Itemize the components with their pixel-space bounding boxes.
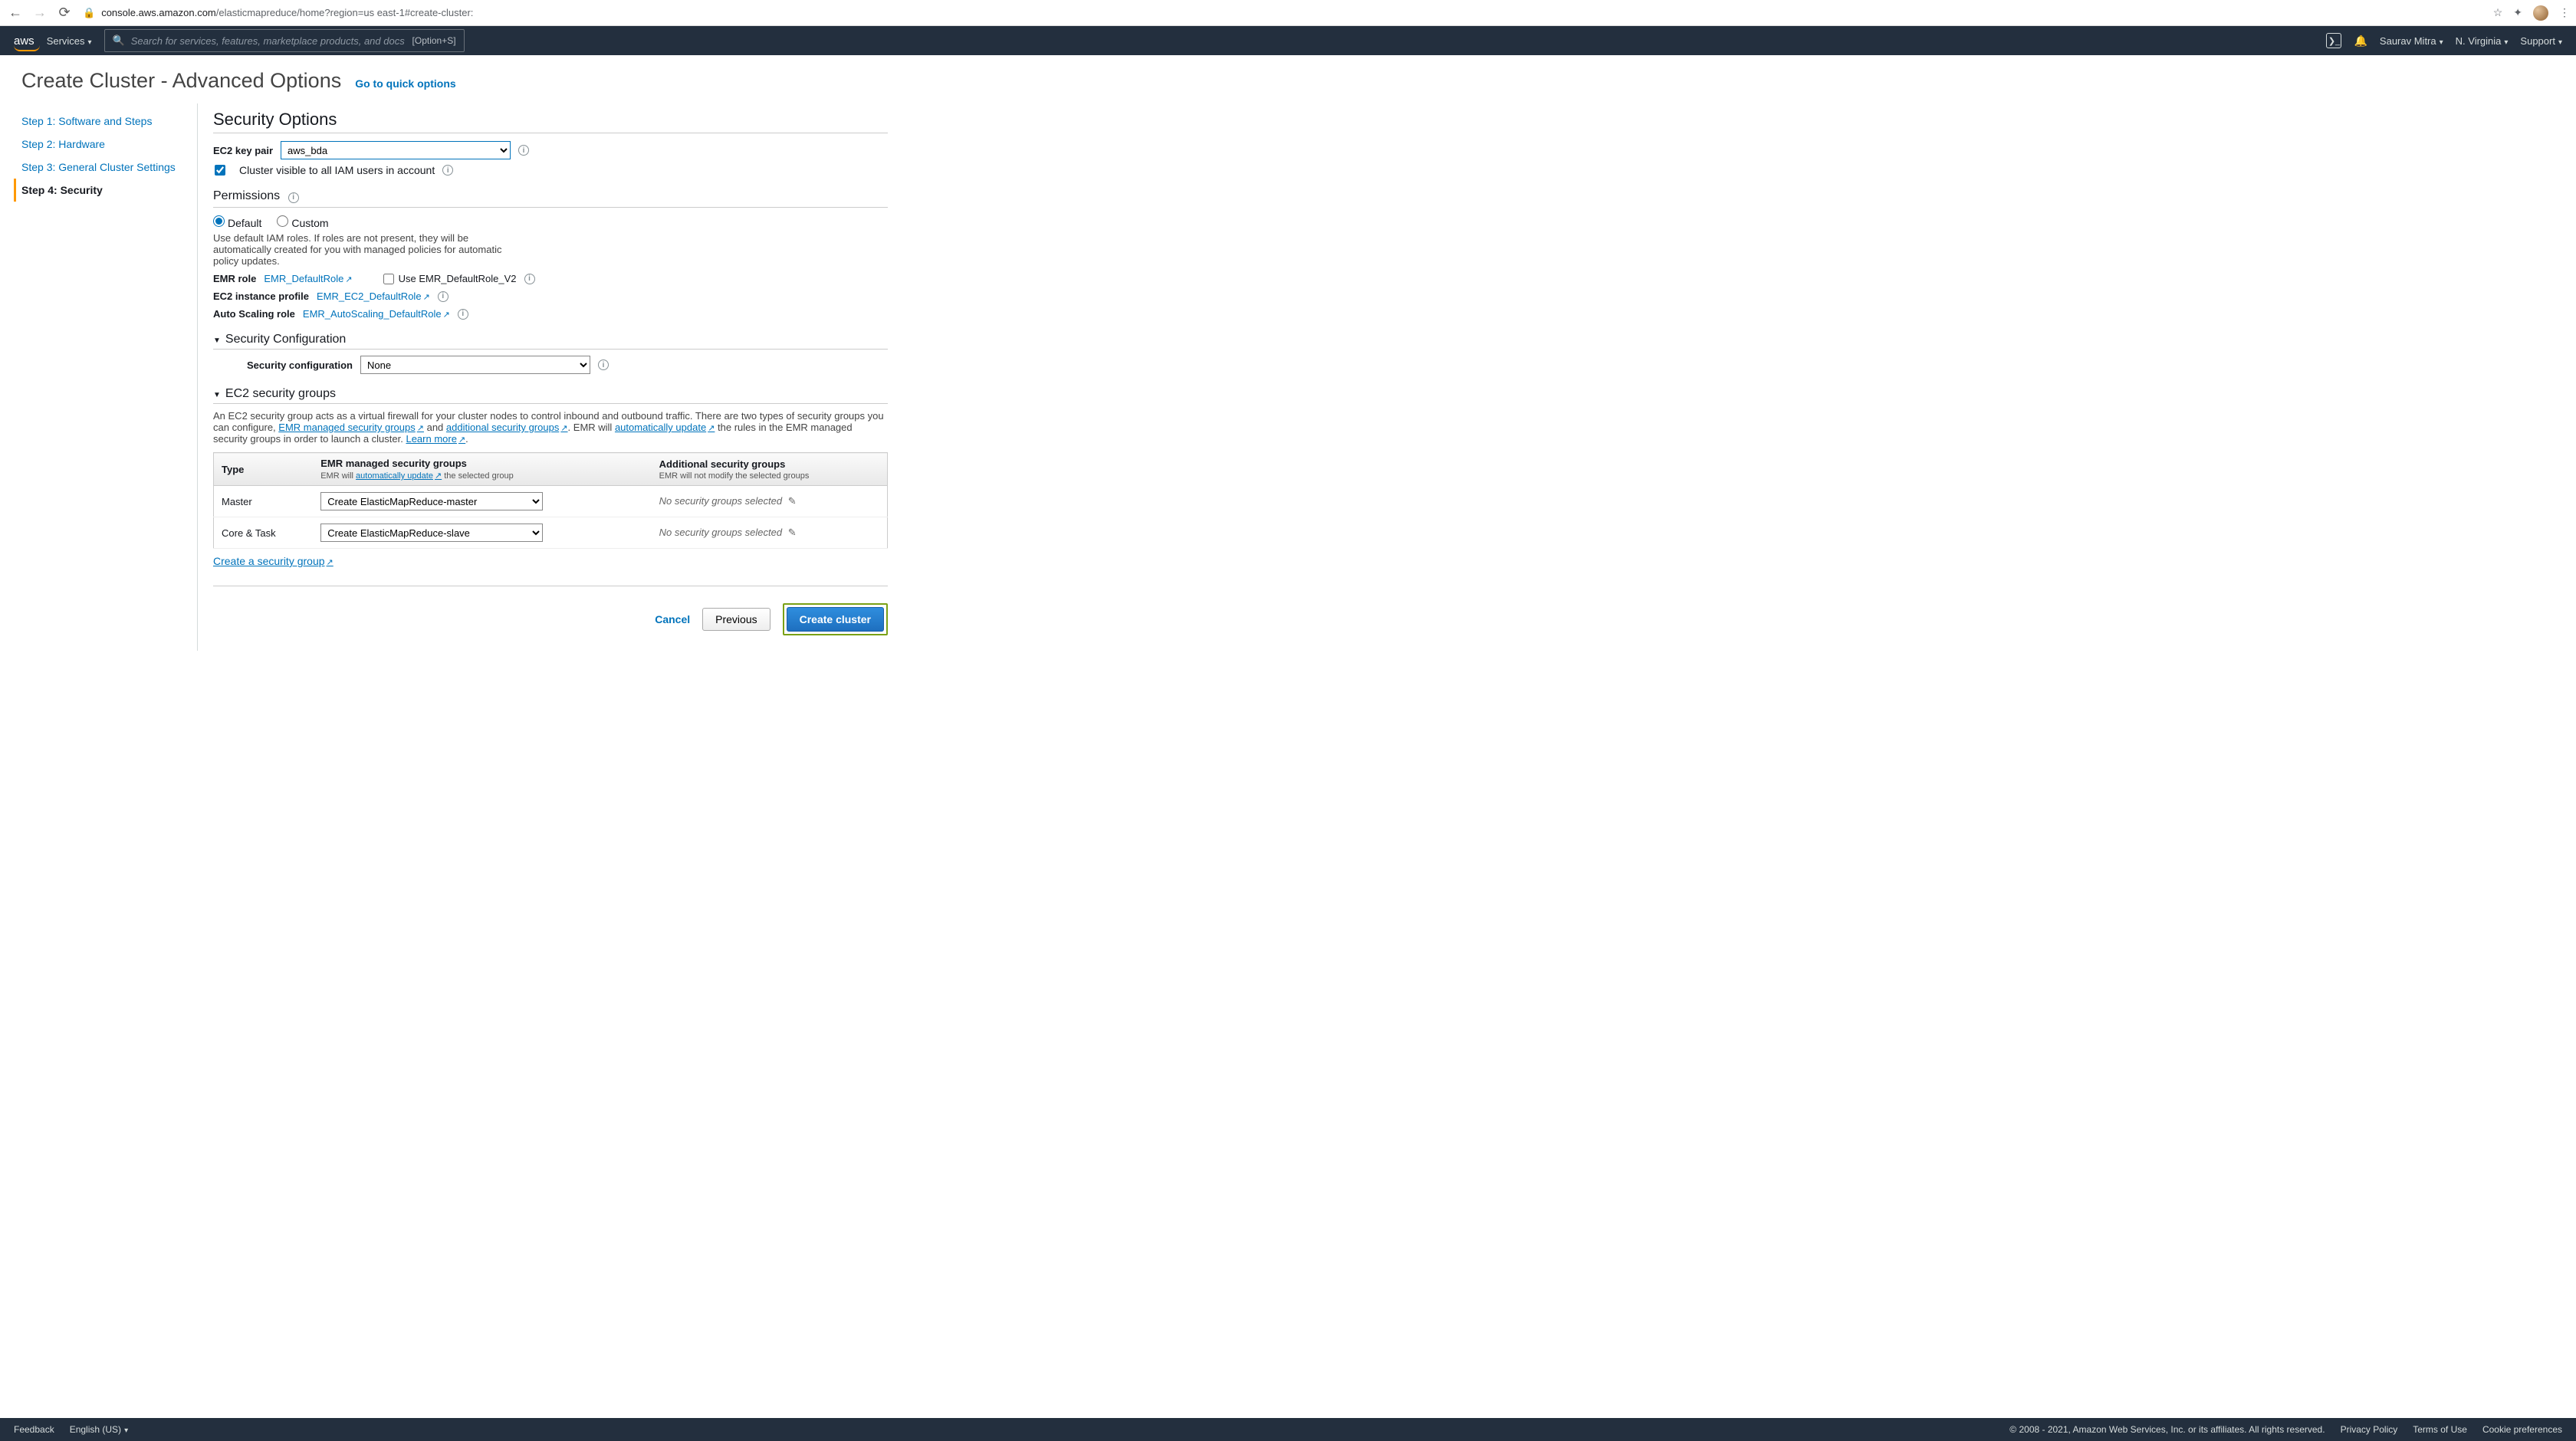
table-row-master: Master Create ElasticMapReduce-master No… (214, 486, 888, 517)
main-content: Security Options EC2 key pair aws_bda i … (198, 103, 1041, 651)
permissions-default-radio[interactable]: Default (213, 215, 261, 229)
cluster-visible-checkbox[interactable] (215, 165, 225, 176)
info-icon[interactable]: i (288, 192, 299, 203)
security-groups-table: Type EMR managed security groups EMR wil… (213, 452, 888, 549)
cluster-visible-label: Cluster visible to all IAM users in acco… (239, 164, 435, 176)
additional-sg-link[interactable]: additional security groups (446, 422, 568, 433)
create-sg-link[interactable]: Create a security group (213, 555, 334, 567)
forward-button[interactable]: → (31, 4, 49, 22)
quick-options-link[interactable]: Go to quick options (355, 77, 455, 90)
master-additional-sg: No security groups selected (659, 495, 782, 507)
info-icon[interactable]: i (518, 145, 529, 156)
profile-avatar[interactable] (2533, 5, 2548, 21)
security-config-row: Security configuration None i (247, 356, 888, 374)
wizard-sidebar: Step 1: Software and Steps Step 2: Hardw… (0, 103, 198, 651)
ec2-profile-row: EC2 instance profile EMR_EC2_DefaultRole… (213, 290, 888, 302)
aws-footer: Feedback English (US) © 2008 - 2021, Ama… (0, 1418, 2576, 1441)
bell-icon[interactable]: 🔔 (2354, 34, 2367, 48)
step-3[interactable]: Step 3: General Cluster Settings (21, 156, 197, 179)
privacy-link[interactable]: Privacy Policy (2341, 1424, 2398, 1435)
col-additional: Additional security groups EMR will not … (652, 453, 888, 486)
autoscale-role-row: Auto Scaling role EMR_AutoScaling_Defaul… (213, 308, 888, 320)
lock-icon: 🔒 (83, 7, 95, 19)
ec2-sg-heading[interactable]: EC2 security groups (213, 385, 888, 404)
previous-button[interactable]: Previous (702, 608, 770, 631)
services-menu[interactable]: Services (47, 35, 92, 47)
ec2-key-pair-row: EC2 key pair aws_bda i (213, 141, 888, 159)
cookies-link[interactable]: Cookie preferences (2482, 1424, 2562, 1435)
step-4[interactable]: Step 4: Security (14, 179, 197, 202)
url-path: /elasticmapreduce/home?region=us east-1#… (216, 7, 474, 18)
permissions-custom-radio[interactable]: Custom (277, 215, 328, 229)
ec2-key-pair-select[interactable]: aws_bda (281, 141, 511, 159)
aws-top-nav: aws Services 🔍 Search for services, feat… (0, 26, 2576, 55)
table-row-core-task: Core & Task Create ElasticMapReduce-slav… (214, 517, 888, 549)
ec2-key-pair-label: EC2 key pair (213, 145, 273, 156)
auto-update-th-link[interactable]: automatically update (356, 471, 442, 481)
step-2[interactable]: Step 2: Hardware (21, 133, 197, 156)
master-sg-select[interactable]: Create ElasticMapReduce-master (320, 492, 543, 510)
ec2-sg-description: An EC2 security group acts as a virtual … (213, 410, 888, 445)
permissions-description: Use default IAM roles. If roles are not … (213, 232, 520, 267)
core-task-sg-select[interactable]: Create ElasticMapReduce-slave (320, 524, 543, 542)
address-bar[interactable]: console.aws.amazon.com/elasticmapreduce/… (101, 7, 2487, 18)
url-host: console.aws.amazon.com (101, 7, 216, 18)
account-menu[interactable]: Saurav Mitra (2380, 35, 2443, 47)
back-button[interactable]: ← (6, 4, 25, 22)
reload-button[interactable]: ⟳ (55, 4, 74, 22)
security-config-heading[interactable]: Security Configuration (213, 330, 888, 350)
col-managed: EMR managed security groups EMR will aut… (313, 453, 651, 486)
info-icon[interactable]: i (438, 291, 449, 302)
search-icon: 🔍 (113, 34, 125, 47)
emr-managed-sg-link[interactable]: EMR managed security groups (278, 422, 424, 433)
page-header: Create Cluster - Advanced Options Go to … (0, 55, 2576, 103)
browser-toolbar: ← → ⟳ 🔒 console.aws.amazon.com/elasticma… (0, 0, 2576, 26)
security-config-select[interactable]: None (360, 356, 590, 374)
search-shortcut: [Option+S] (412, 35, 456, 46)
wizard-actions: Cancel Previous Create cluster (213, 586, 888, 635)
info-icon[interactable]: i (598, 359, 609, 370)
step-1[interactable]: Step 1: Software and Steps (21, 110, 197, 133)
terms-link[interactable]: Terms of Use (2413, 1424, 2467, 1435)
search-input[interactable]: 🔍 Search for services, features, marketp… (104, 29, 465, 52)
info-icon[interactable]: i (524, 274, 535, 284)
region-menu[interactable]: N. Virginia (2456, 35, 2509, 47)
language-menu[interactable]: English (US) (70, 1424, 128, 1435)
page-title: Create Cluster - Advanced Options (21, 69, 341, 93)
edit-icon[interactable]: ✎ (788, 495, 797, 507)
extensions-icon[interactable]: ✦ (2513, 6, 2522, 19)
cancel-button[interactable]: Cancel (655, 613, 690, 625)
search-placeholder: Search for services, features, marketpla… (131, 35, 405, 47)
security-options-heading: Security Options (213, 110, 888, 133)
security-config-label: Security configuration (247, 359, 353, 371)
aws-logo[interactable]: aws (14, 34, 34, 48)
edit-icon[interactable]: ✎ (788, 527, 797, 538)
info-icon[interactable]: i (442, 165, 453, 176)
create-highlight: Create cluster (783, 603, 888, 635)
permissions-heading: Permissions i (213, 187, 888, 205)
emr-role-row: EMR role EMR_DefaultRole Use EMR_Default… (213, 273, 888, 284)
auto-update-link[interactable]: automatically update (615, 422, 715, 433)
cluster-visible-row: Cluster visible to all IAM users in acco… (215, 164, 888, 176)
star-icon[interactable]: ☆ (2493, 6, 2503, 19)
create-cluster-button[interactable]: Create cluster (787, 607, 884, 632)
info-icon[interactable]: i (458, 309, 468, 320)
support-menu[interactable]: Support (2520, 35, 2562, 47)
emr-role-link[interactable]: EMR_DefaultRole (264, 273, 352, 284)
autoscale-role-link[interactable]: EMR_AutoScaling_DefaultRole (303, 308, 450, 320)
cloudshell-icon[interactable]: ❯_ (2326, 33, 2341, 48)
core-task-additional-sg: No security groups selected (659, 527, 782, 538)
col-type: Type (214, 453, 314, 486)
feedback-link[interactable]: Feedback (14, 1424, 54, 1435)
learn-more-link[interactable]: Learn more (406, 433, 465, 445)
permissions-radios: Default Custom (213, 215, 888, 229)
ec2-profile-link[interactable]: EMR_EC2_DefaultRole (317, 290, 430, 302)
kebab-menu-icon[interactable]: ⋮ (2559, 6, 2570, 19)
legal-text: © 2008 - 2021, Amazon Web Services, Inc.… (2009, 1424, 2325, 1435)
emr-role-v2-checkbox[interactable]: Use EMR_DefaultRole_V2 (383, 273, 517, 284)
